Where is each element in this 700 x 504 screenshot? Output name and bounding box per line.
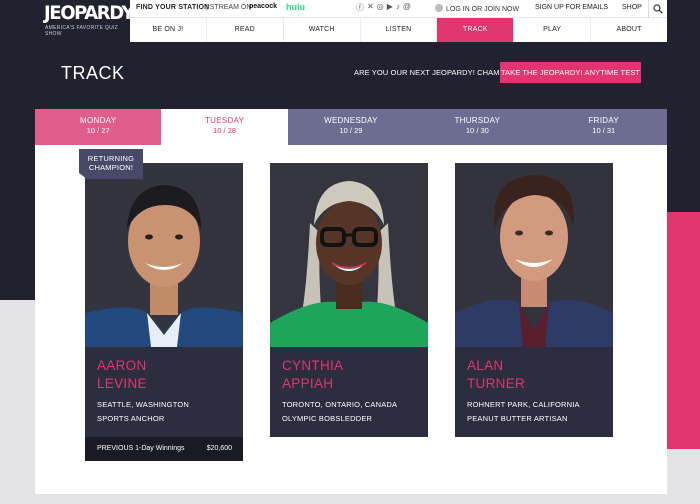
tab-friday[interactable]: FRIDAY 10 / 31 (540, 109, 667, 145)
instagram-icon[interactable]: ◎ (377, 2, 384, 13)
tab-wednesday[interactable]: WEDNESDAY 10 / 29 (287, 109, 415, 145)
logo-wordmark: JEOPARDY! (44, 2, 141, 24)
nav-about[interactable]: ABOUT (591, 18, 667, 42)
contestant-location: TORONTO, ONTARIO, CANADA (282, 400, 398, 409)
contestant-card-alan[interactable]: ALAN TURNER ROHNERT PARK, CALIFORNIA PEA… (455, 163, 613, 437)
nav-watch[interactable]: WATCH (284, 18, 361, 42)
tab-day-label: TUESDAY (204, 116, 245, 125)
nav-listen[interactable]: LISTEN (361, 18, 438, 42)
day-tabs: MONDAY 10 / 27 TUESDAY 10 / 28 WEDNESDAY… (35, 109, 667, 145)
search-icon (653, 4, 663, 14)
tab-date-label: 10 / 27 (86, 126, 110, 135)
contestant-occupation: SPORTS ANCHOR (97, 414, 165, 423)
nav-read[interactable]: READ (207, 18, 284, 42)
shop-link[interactable]: SHOP (622, 4, 642, 11)
previous-winnings-bar: PREVIOUS 1-Day Winnings $20,600 (85, 437, 243, 461)
track-content-panel: MONDAY 10 / 27 TUESDAY 10 / 28 WEDNESDAY… (35, 109, 667, 494)
contestant-first-name: AARON (97, 358, 147, 373)
winnings-label: PREVIOUS 1-Day Winnings (97, 445, 185, 452)
anytime-test-button[interactable]: TAKE THE JEOPARDY! ANYTIME TEST (500, 62, 641, 83)
contestant-card-aaron[interactable]: AARON LEVINE SEATTLE, WASHINGTON SPORTS … (85, 163, 243, 461)
contestant-location: ROHNERT PARK, CALIFORNIA (467, 400, 580, 409)
threads-icon[interactable]: @ (403, 2, 411, 13)
promo-question: ARE YOU OUR NEXT JEOPARDY! CHAMPION? (354, 68, 523, 77)
login-link[interactable]: LOG IN OR JOIN NOW (435, 4, 519, 13)
contestant-last-name: LEVINE (97, 376, 147, 391)
contestant-name: ALAN TURNER (467, 357, 525, 393)
tab-thursday[interactable]: THURSDAY 10 / 30 (414, 109, 541, 145)
contestant-name: AARON LEVINE (97, 357, 147, 393)
contestant-occupation: PEANUT BUTTER ARTISAN (467, 414, 568, 423)
search-button[interactable] (648, 0, 667, 18)
contestant-first-name: ALAN (467, 358, 504, 373)
tiktok-icon[interactable]: ♪ (396, 2, 400, 13)
tab-day-label: MONDAY (80, 116, 117, 125)
peacock-link[interactable]: peacock (249, 3, 277, 10)
contestant-first-name: CYNTHIA (282, 358, 344, 373)
login-label: LOG IN OR JOIN NOW (446, 6, 520, 13)
tab-date-label: 10 / 30 (465, 126, 489, 135)
nav-play[interactable]: PLAY (514, 18, 592, 42)
contestant-name: CYNTHIA APPIAH (282, 357, 343, 393)
page-title: TRACK (61, 63, 125, 83)
contestant-last-name: TURNER (467, 376, 526, 391)
tab-monday[interactable]: MONDAY 10 / 27 (35, 109, 162, 145)
youtube-icon[interactable]: ▶ (387, 2, 393, 13)
tab-tuesday[interactable]: TUESDAY 10 / 28 (161, 109, 288, 145)
tab-day-label: FRIDAY (588, 116, 620, 125)
main-navigation: BE ON J! READ WATCH LISTEN TRACK PLAY AB… (130, 18, 667, 42)
logo-tagline: AMERICA'S FAVORITE QUIZ SHOW (45, 25, 119, 37)
tab-date-label: 10 / 29 (339, 126, 363, 135)
contestant-last-name: APPIAH (282, 376, 334, 391)
contestant-location: SEATTLE, WASHINGTON (97, 400, 190, 409)
contestant-photo (455, 163, 613, 347)
facebook-icon[interactable]: ⓕ (356, 2, 364, 13)
tab-date-label: 10 / 31 (592, 126, 616, 135)
tab-day-label: THURSDAY (454, 116, 501, 125)
tab-date-label: 10 / 28 (213, 126, 237, 135)
nav-be-on-j[interactable]: BE ON J! (130, 18, 207, 42)
contestant-card-cynthia[interactable]: CYNTHIA APPIAH TORONTO, ONTARIO, CANADA … (270, 163, 428, 437)
utility-bar: FIND YOUR STATION | STREAM ON peacock hu… (130, 0, 667, 18)
tab-day-label: WEDNESDAY (324, 116, 378, 125)
contestant-photo (270, 163, 428, 347)
contestant-photo (85, 163, 243, 347)
hulu-link[interactable]: hulu (286, 2, 305, 12)
user-icon (435, 4, 443, 12)
contestant-occupation: OLYMPIC BOBSLEDDER (282, 414, 373, 423)
nav-track[interactable]: TRACK (437, 18, 515, 42)
returning-champion-badge: RETURNING CHAMPION! (79, 149, 143, 179)
find-station-link[interactable]: FIND YOUR STATION (136, 4, 209, 11)
x-icon[interactable]: ✕ (367, 2, 374, 13)
jeopardy-logo[interactable]: JEOPARDY! AMERICA'S FAVORITE QUIZ SHOW (38, 0, 141, 42)
winnings-value: $20,600 (206, 445, 232, 452)
decorative-accent-bar (667, 212, 700, 449)
signup-emails-link[interactable]: SIGN UP FOR EMAILS (535, 4, 608, 11)
social-icons: ⓕ ✕ ◎ ▶ ♪ @ (356, 2, 411, 13)
stream-on-label: | STREAM ON (206, 4, 252, 11)
